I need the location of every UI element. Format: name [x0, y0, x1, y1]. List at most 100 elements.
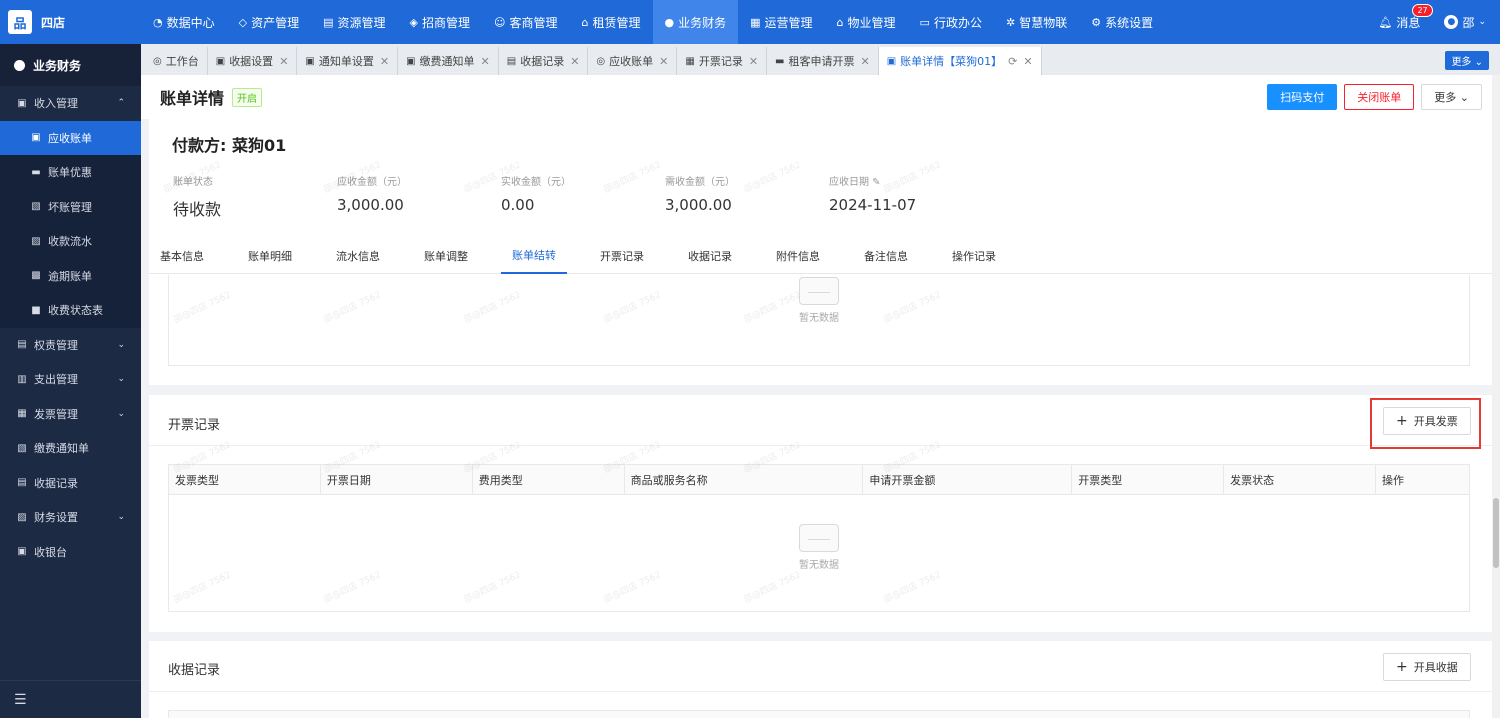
- sidebar-item-label: 发票管理: [34, 407, 78, 421]
- close-icon[interactable]: ✕: [380, 55, 389, 68]
- stat-label: 需收金额（元）: [665, 177, 735, 188]
- sidebar-item-9[interactable]: ▦ 发票管理 ⌄: [0, 397, 141, 432]
- scan-pay-button[interactable]: 扫码支付: [1267, 84, 1338, 110]
- close-icon[interactable]: ✕: [279, 55, 288, 68]
- scroll-thumb[interactable]: [1493, 498, 1499, 568]
- menu-icon: ▩: [31, 270, 41, 282]
- invoice-records-panel: 开票记录 + 开具发票 发票类型 开票日期 费用类型 商品或服务名称 申请开票金额 开票类…: [149, 395, 1500, 632]
- sidebar-item-4[interactable]: ▨ 收款流水: [0, 224, 141, 259]
- tab-8[interactable]: ▣ 账单详情【菜狗01】 ⟳ ✕: [878, 47, 1042, 75]
- detail-tabs: 基本信息 账单明细 流水信息 账单调整 账单结转 开票记录 收据记录 附件信息 备注信息 操作记录: [149, 237, 1500, 274]
- topnav-item-9[interactable]: ▭ 行政办公: [908, 0, 994, 44]
- close-icon[interactable]: ✕: [749, 55, 758, 68]
- sidebar-item-3[interactable]: ▧ 坏账管理: [0, 189, 141, 224]
- topnav-item-3[interactable]: ◈ 招商管理: [398, 0, 482, 44]
- tab-4[interactable]: ▤ 收据记录 ✕: [499, 47, 589, 75]
- more-actions-button[interactable]: 更多 ⌄: [1421, 84, 1482, 110]
- issue-receipt-button[interactable]: + 开具收据: [1383, 653, 1471, 681]
- tab-0[interactable]: ◎ 工作台: [145, 47, 208, 75]
- empty-text: 暂无数据: [799, 560, 839, 571]
- topnav-item-2[interactable]: ▤ 资源管理: [311, 0, 397, 44]
- refresh-icon[interactable]: ⟳: [1008, 55, 1017, 68]
- close-icon[interactable]: ✕: [861, 55, 870, 68]
- sidebar-item-2[interactable]: ▬ 账单优惠: [0, 155, 141, 190]
- sidebar-item-5[interactable]: ▩ 逾期账单: [0, 258, 141, 293]
- tab-icon: ◎: [596, 55, 606, 67]
- nav-icon: ✲: [1005, 15, 1016, 29]
- sidebar-item-0[interactable]: ▣ 收入管理 ⌃: [0, 86, 141, 121]
- detail-tab-9[interactable]: 操作记录: [941, 237, 1007, 274]
- sidebar-title: 业务财务: [33, 58, 82, 73]
- sidebar-item-8[interactable]: ▥ 支出管理 ⌄: [0, 362, 141, 397]
- page-scrollbar[interactable]: [1492, 75, 1500, 718]
- nav-label: 招商管理: [422, 15, 471, 30]
- sidebar-item-6[interactable]: ■ 收费状态表: [0, 293, 141, 328]
- topnav-item-6[interactable]: ● 业务财务: [652, 0, 739, 44]
- tab-2[interactable]: ▣ 通知单设置 ✕: [297, 47, 399, 75]
- logo[interactable]: 品 四店: [0, 0, 141, 44]
- sidebar-item-12[interactable]: ▨ 财务设置 ⌄: [0, 500, 141, 535]
- menu-icon: ▤: [17, 339, 27, 351]
- sidebar-item-11[interactable]: ▤ 收据记录: [0, 466, 141, 501]
- detail-tab-1[interactable]: 账单明细: [237, 237, 303, 274]
- detail-tab-8[interactable]: 备注信息: [853, 237, 919, 274]
- tab-3[interactable]: ▣ 缴费通知单 ✕: [398, 47, 499, 75]
- tab-6[interactable]: ▦ 开票记录 ✕: [677, 47, 768, 75]
- tab-1[interactable]: ▣ 收据设置 ✕: [208, 47, 298, 75]
- sidebar-item-10[interactable]: ▧ 缴费通知单: [0, 431, 141, 466]
- detail-tab-3[interactable]: 账单调整: [413, 237, 479, 274]
- topnav-item-10[interactable]: ✲ 智慧物联: [994, 0, 1079, 44]
- detail-tab-6[interactable]: 收据记录: [677, 237, 743, 274]
- sidebar-menu: ▣ 收入管理 ⌃ ▣ 应收账单 ▬ 账单优惠 ▧ 坏账管理 ▨ 收款流水 ▩ 逾期账单 ■ 收费状态表 ▤ 权责…: [0, 86, 141, 569]
- tab-label: 缴费通知单: [419, 55, 475, 68]
- chevron-icon: ⌄: [117, 512, 125, 523]
- receipt-records-panel: 收据记录 + 开具收据: [149, 641, 1500, 718]
- sidebar-item-label: 账单优惠: [48, 166, 92, 180]
- topnav-item-5[interactable]: ⌂ 租赁管理: [570, 0, 653, 44]
- close-bill-button[interactable]: 关闭账单: [1344, 84, 1415, 110]
- detail-tab-4[interactable]: 账单结转: [501, 237, 567, 274]
- nav-icon: ◈: [409, 15, 418, 29]
- close-icon[interactable]: ✕: [1023, 55, 1032, 68]
- menu-icon: ▤: [17, 477, 27, 489]
- close-icon[interactable]: ✕: [481, 55, 490, 68]
- column-header: 发票类型: [168, 464, 321, 495]
- tabs-more-button[interactable]: 更多 ⌄: [1445, 51, 1489, 70]
- detail-tab-5[interactable]: 开票记录: [589, 237, 655, 274]
- topnav-item-11[interactable]: ⚙ 系统设置: [1079, 0, 1165, 44]
- close-icon[interactable]: ✕: [659, 55, 668, 68]
- topnav-item-1[interactable]: ◇ 资产管理: [227, 0, 311, 44]
- issue-invoice-button[interactable]: + 开具发票: [1383, 407, 1471, 435]
- topnav-item-0[interactable]: ◔ 数据中心: [141, 0, 227, 44]
- menu-fold-icon: ☰: [14, 691, 27, 708]
- detail-tab-7[interactable]: 附件信息: [765, 237, 831, 274]
- nav-icon: ●: [664, 15, 675, 29]
- detail-tab-0[interactable]: 基本信息: [149, 237, 215, 274]
- menu-icon: ▦: [17, 408, 27, 420]
- nav-icon: ◇: [238, 15, 248, 29]
- tab-5[interactable]: ◎ 应收账单 ✕: [588, 47, 678, 75]
- nav-icon: ⌂: [836, 15, 844, 29]
- bill-stats: 账单状态 待收款 应收金额（元） 3,000.00 实收金额（元） 0.00 需收金额（元）…: [173, 173, 993, 220]
- user-menu[interactable]: ● 邵 ⌄: [1444, 14, 1486, 31]
- messages-button[interactable]: 🔔︎ 消息 27: [1378, 3, 1433, 31]
- user-avatar-icon: ●: [1444, 15, 1459, 29]
- detail-tab-2[interactable]: 流水信息: [325, 237, 391, 274]
- topnav-item-4[interactable]: ☺ 客商管理: [482, 0, 569, 44]
- collapse-sidebar-button[interactable]: ☰: [0, 680, 141, 718]
- nav-label: 运营管理: [764, 15, 813, 30]
- tab-7[interactable]: ▬ 租客申请开票 ✕: [767, 47, 879, 75]
- plus-icon: +: [1396, 659, 1408, 675]
- sidebar-item-7[interactable]: ▤ 权责管理 ⌄: [0, 328, 141, 363]
- menu-icon: ▣: [17, 546, 27, 558]
- tab-icon: ▣: [215, 55, 226, 67]
- sidebar-item-1[interactable]: ▣ 应收账单: [0, 120, 141, 155]
- tab-label: 开票记录: [698, 55, 743, 68]
- tab-label: 通知单设置: [318, 55, 374, 68]
- close-icon[interactable]: ✕: [570, 55, 579, 68]
- sidebar-item-13[interactable]: ▣ 收银台: [0, 535, 141, 570]
- empty-state: 暂无数据: [169, 524, 1469, 571]
- receipt-table-header: [168, 710, 1470, 718]
- topnav-item-8[interactable]: ⌂ 物业管理: [825, 0, 908, 44]
- topnav-item-7[interactable]: ▦ 运营管理: [738, 0, 824, 44]
